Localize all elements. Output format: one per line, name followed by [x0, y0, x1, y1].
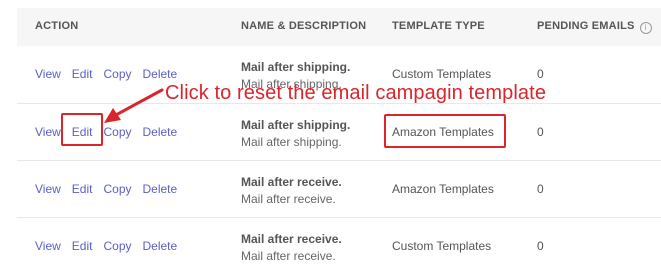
edit-link[interactable]: Edit	[72, 239, 93, 253]
template-description: Mail after shipping.	[241, 135, 342, 149]
pending-emails-cell: 0	[537, 67, 544, 81]
view-link[interactable]: View	[35, 182, 61, 196]
template-name-cell: Mail after receive. Mail after receive.	[241, 174, 342, 208]
template-name-cell: Mail after shipping. Mail after shipping…	[241, 117, 350, 151]
template-type-cell: Custom Templates	[392, 67, 492, 81]
table-header: ACTION NAME & DESCRIPTION TEMPLATE TYPE …	[17, 8, 661, 46]
template-title: Mail after shipping.	[241, 60, 351, 74]
template-title: Mail after receive.	[241, 175, 342, 189]
header-pending-emails-label: PENDING EMAILS	[537, 20, 635, 32]
template-title: Mail after shipping.	[241, 118, 351, 132]
delete-link[interactable]: Delete	[143, 67, 178, 81]
view-link[interactable]: View	[35, 125, 61, 139]
annotation-callout: Click to reset the email campagin templa…	[165, 82, 547, 104]
view-link[interactable]: View	[35, 239, 61, 253]
template-type-cell: Custom Templates	[392, 239, 492, 253]
view-link[interactable]: View	[35, 67, 61, 81]
template-description: Mail after receive.	[241, 192, 336, 206]
template-description: Mail after receive.	[241, 249, 336, 263]
template-name-cell: Mail after receive. Mail after receive.	[241, 231, 342, 265]
email-templates-table: ACTION NAME & DESCRIPTION TEMPLATE TYPE …	[17, 0, 661, 277]
delete-link[interactable]: Delete	[143, 182, 178, 196]
header-action: ACTION	[35, 20, 79, 32]
delete-link[interactable]: Delete	[143, 239, 178, 253]
table-row: View Edit Copy Delete Mail after receive. M…	[17, 160, 661, 217]
pending-emails-cell: 0	[537, 182, 544, 196]
row-actions: View Edit Copy Delete	[35, 182, 188, 196]
row-actions: View Edit Copy Delete	[35, 239, 188, 253]
copy-link[interactable]: Copy	[103, 182, 131, 196]
copy-link[interactable]: Copy	[103, 67, 131, 81]
info-icon[interactable]: i	[639, 22, 652, 34]
template-type-highlight-box	[384, 114, 506, 148]
template-title: Mail after receive.	[241, 232, 342, 246]
header-name-description: NAME & DESCRIPTION	[241, 20, 367, 32]
copy-link[interactable]: Copy	[103, 239, 131, 253]
header-pending-emails: PENDING EMAILS i	[537, 20, 652, 34]
annotation-arrow-icon	[104, 88, 164, 123]
edit-link[interactable]: Edit	[72, 67, 93, 81]
row-actions: View Edit Copy Delete	[35, 67, 188, 81]
template-type-cell: Amazon Templates	[392, 182, 494, 196]
header-template-type: TEMPLATE TYPE	[392, 20, 485, 32]
pending-emails-cell: 0	[537, 239, 544, 253]
edit-link[interactable]: Edit	[72, 182, 93, 196]
pending-emails-cell: 0	[537, 125, 544, 139]
table-row: View Edit Copy Delete Mail after receive. M…	[17, 217, 661, 274]
edit-highlight-box	[61, 113, 103, 146]
